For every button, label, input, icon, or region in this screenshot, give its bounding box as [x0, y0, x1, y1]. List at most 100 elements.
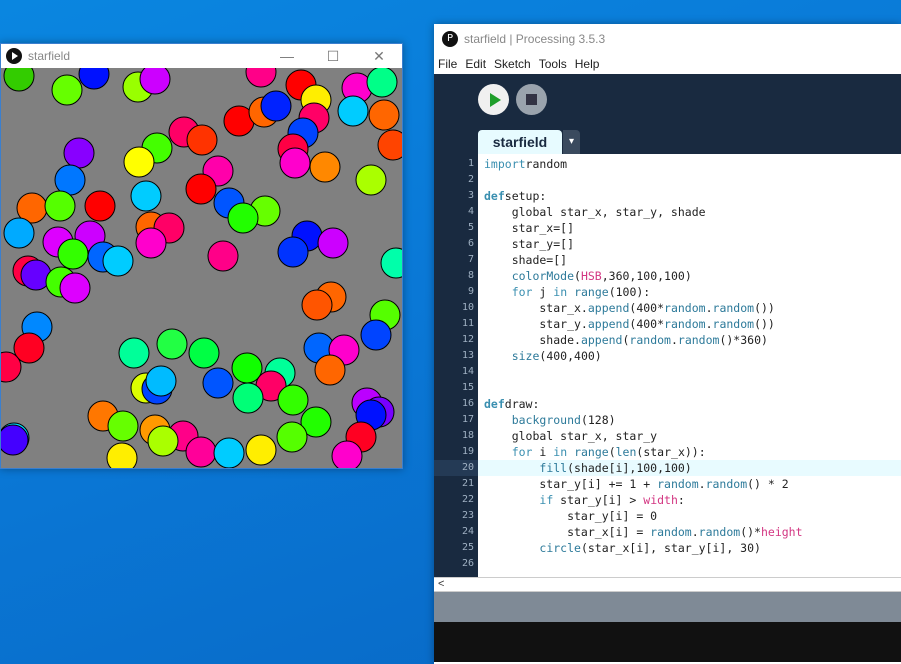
scroll-left-icon[interactable]: <	[438, 578, 444, 590]
line-number: 10	[461, 302, 474, 313]
menu-file[interactable]: File	[434, 57, 461, 71]
code-token: random	[664, 301, 706, 315]
star-circle	[213, 437, 245, 468]
sketch-canvas[interactable]	[1, 68, 402, 468]
code-token: .	[670, 333, 678, 347]
menu-edit[interactable]: Edit	[461, 57, 490, 71]
horizontal-scrollbar[interactable]: <	[434, 577, 901, 592]
code-line[interactable]: star_x=[]	[478, 220, 901, 236]
code-line[interactable]: star_x[i] = random.random()*height	[478, 524, 901, 540]
line-number: 2	[467, 174, 474, 185]
menu-sketch[interactable]: Sketch	[490, 57, 535, 71]
code-token: import	[484, 157, 526, 171]
code-token: (	[574, 269, 581, 283]
code-line[interactable]: circle(star_x[i], star_y[i], 30)	[478, 540, 901, 556]
line-number: 16	[461, 398, 474, 409]
close-button[interactable]: ✕	[356, 48, 402, 65]
code-token: .	[705, 301, 713, 315]
sketch-window: starfield — ☐ ✕	[0, 43, 403, 469]
maximize-button[interactable]: ☐	[310, 48, 356, 65]
code-line[interactable]: importrandom	[478, 156, 901, 172]
code-token: .	[698, 477, 706, 491]
code-line[interactable]: star_y=[]	[478, 236, 901, 252]
star-circle	[130, 180, 162, 212]
code-line[interactable]: global star_x, star_y, shade	[478, 204, 901, 220]
code-token: .	[705, 317, 713, 331]
tab-starfield[interactable]: starfield	[478, 130, 562, 154]
code-line[interactable]: star_y[i] += 1 + random.random() * 2	[478, 476, 901, 492]
line-number: 18	[461, 430, 474, 441]
code-token: ()*360)	[719, 333, 768, 347]
code-token: random	[629, 333, 671, 347]
code-line[interactable]: star_y.append(400*random.random())	[478, 316, 901, 332]
code-editor[interactable]: 1 2 3 4 5 6 7 8 9 10 11 12 13 14 15 16 17 18 19 20 21 22 23 24 2…	[434, 154, 901, 577]
line-number: 15	[461, 382, 474, 393]
line-number: 17	[461, 414, 474, 425]
code-token: ,360,100,100)	[601, 269, 692, 283]
star-circle	[380, 247, 402, 279]
code-token: size	[511, 349, 540, 363]
star-circle	[317, 227, 349, 259]
code-token: (400*	[629, 317, 665, 331]
star-circle	[245, 68, 277, 88]
code-line[interactable]: star_y[i] = 0	[478, 508, 901, 524]
star-circle	[3, 68, 35, 92]
code-line[interactable]: size(400,400)	[478, 348, 901, 364]
star-circle	[377, 129, 402, 161]
code-line[interactable]: shade=[]	[478, 252, 901, 268]
stop-button[interactable]	[516, 84, 547, 115]
code-line[interactable]: global star_x, star_y	[478, 428, 901, 444]
star-circle	[368, 99, 400, 131]
menu-bar: File Edit Sketch Tools Help	[434, 54, 901, 74]
pde-window-title: starfield | Processing 3.5.3	[464, 32, 606, 46]
code-line[interactable]: for i in range(len(star_x)):	[478, 444, 901, 460]
code-line[interactable]: star_x.append(400*random.random())	[478, 300, 901, 316]
line-number: 4	[467, 206, 474, 217]
code-line[interactable]: shade.append(random.random()*360)	[478, 332, 901, 348]
code-token: random	[705, 477, 748, 491]
menu-help[interactable]: Help	[571, 57, 604, 71]
code-line[interactable]: colorMode(HSB,360,100,100)	[478, 268, 901, 284]
menu-tools[interactable]: Tools	[535, 57, 571, 71]
line-number: 12	[461, 334, 474, 345]
console-area	[434, 622, 901, 662]
star-circle	[331, 440, 363, 468]
code-line[interactable]	[478, 172, 901, 188]
code-token: global star_x, star_y, shade	[484, 205, 706, 219]
code-token: star_x[i] =	[484, 525, 651, 539]
minimize-button[interactable]: —	[264, 48, 310, 64]
star-circle	[185, 173, 217, 205]
tab-menu-dropdown-icon[interactable]: ▾	[563, 130, 580, 154]
code-line[interactable]: if star_y[i] > width:	[478, 492, 901, 508]
code-line[interactable]	[478, 364, 901, 380]
code-token: star_y=[]	[484, 237, 575, 251]
star-circle	[232, 382, 264, 414]
code-line[interactable]: defsetup:	[478, 188, 901, 204]
code-line[interactable]: for j in range(100):	[478, 284, 901, 300]
code-line[interactable]: background(128)	[478, 412, 901, 428]
pde-titlebar[interactable]: P starfield | Processing 3.5.3	[434, 24, 901, 54]
code-token: random	[664, 317, 706, 331]
code-line[interactable]	[478, 556, 901, 572]
code-token: HSB	[580, 269, 602, 283]
star-circle	[277, 236, 309, 268]
code-line[interactable]: fill(shade[i],100,100)	[478, 460, 901, 476]
code-token: (400,400)	[539, 349, 602, 363]
line-number: 23	[461, 510, 474, 521]
code-area[interactable]: importrandom defsetup: global star_x, sta…	[478, 154, 901, 577]
star-circle	[260, 90, 292, 122]
code-line[interactable]: defdraw:	[478, 396, 901, 412]
star-circle	[309, 151, 341, 183]
sketch-window-title: starfield	[28, 49, 71, 63]
code-line[interactable]	[478, 380, 901, 396]
code-token: ()*	[740, 525, 761, 539]
code-token: i	[532, 445, 554, 459]
run-button[interactable]	[478, 84, 509, 115]
sketch-titlebar[interactable]: starfield — ☐ ✕	[1, 44, 402, 68]
code-token: star_y[i] >	[553, 493, 644, 507]
star-circle	[188, 337, 220, 369]
